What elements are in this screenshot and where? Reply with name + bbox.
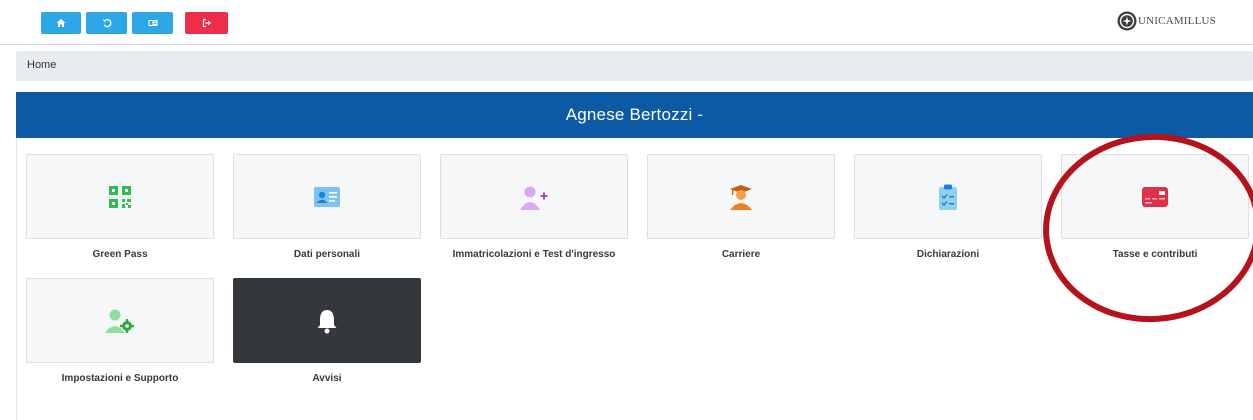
university-logo: UNICAMILLUS xyxy=(1117,9,1216,33)
user-name-title: Agnese Bertozzi - xyxy=(565,105,704,124)
home-icon xyxy=(56,19,66,27)
breadcrumb: Home xyxy=(16,51,1253,81)
tile-label-green-pass[interactable]: Green Pass xyxy=(26,249,214,260)
tile-dichiarazioni[interactable] xyxy=(854,154,1042,239)
tile-carriere[interactable] xyxy=(647,154,835,239)
id-card-icon xyxy=(314,186,340,207)
sign-out-icon xyxy=(202,18,211,28)
panel-border xyxy=(16,138,17,420)
back-button[interactable] xyxy=(86,12,127,34)
tile-label-carriere[interactable]: Carriere xyxy=(647,249,835,260)
tile-avvisi[interactable] xyxy=(233,278,421,363)
qr-code-icon xyxy=(109,185,131,208)
tile-label-dati-personali[interactable]: Dati personali xyxy=(233,249,421,260)
user-gear-icon xyxy=(105,309,134,333)
tile-dati-personali[interactable] xyxy=(233,154,421,239)
logout-button[interactable] xyxy=(185,12,228,34)
bell-icon xyxy=(317,309,337,333)
university-seal-icon xyxy=(1117,11,1137,31)
tile-tasse-contributi[interactable] xyxy=(1061,154,1249,239)
home-button[interactable] xyxy=(41,12,81,34)
tile-immatricolazioni[interactable] xyxy=(440,154,628,239)
breadcrumb-home[interactable]: Home xyxy=(27,59,56,71)
clipboard-check-icon xyxy=(939,184,957,210)
tile-label-dichiarazioni[interactable]: Dichiarazioni xyxy=(854,249,1042,260)
tile-label-immatricolazioni[interactable]: Immatricolazioni e Test d'ingresso xyxy=(440,249,628,260)
tile-green-pass[interactable] xyxy=(26,154,214,239)
undo-icon xyxy=(102,18,111,28)
tile-label-impostazioni[interactable]: Impostazioni e Supporto xyxy=(26,373,214,384)
tile-impostazioni[interactable] xyxy=(26,278,214,363)
switch-button[interactable] xyxy=(132,12,173,34)
logo-text: UNICAMILLUS xyxy=(1138,15,1216,27)
user-header: Agnese Bertozzi - xyxy=(16,92,1253,138)
credit-card-icon xyxy=(1142,186,1168,207)
id-card-icon xyxy=(148,20,157,26)
user-plus-icon xyxy=(520,186,548,210)
graduate-icon xyxy=(730,184,752,210)
tile-label-avvisi[interactable]: Avvisi xyxy=(233,373,421,384)
toolbar-divider xyxy=(0,44,1253,45)
top-toolbar: UNICAMILLUS xyxy=(0,0,1253,44)
tile-label-tasse-contributi[interactable]: Tasse e contributi xyxy=(1061,249,1249,260)
